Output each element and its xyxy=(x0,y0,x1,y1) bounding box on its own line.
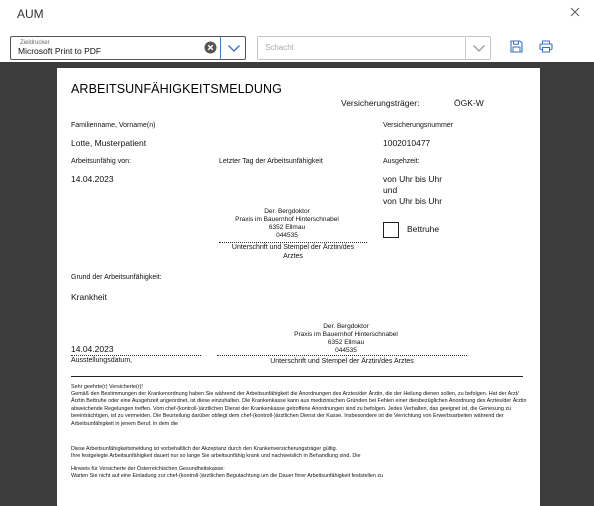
signature-caption-2: Unterschrift und Stempel der Ärztin/des … xyxy=(270,358,414,365)
outing-time-row-2: von Uhr bis Uhr xyxy=(383,196,443,206)
info-paragraph-3-line-2: Warten Sie nicht auf eine Einladung zur … xyxy=(71,473,384,479)
save-icon[interactable] xyxy=(508,38,524,54)
name-label: Familienname, Vorname(n) xyxy=(71,122,156,129)
stamp-line: Praxis im Bauernhof Hinterschnabel xyxy=(235,216,339,223)
issue-date-value: 14.04.2023 xyxy=(71,344,114,354)
doctor-stamp-2: Der. Bergdoktor Praxis im Bauernhof Hint… xyxy=(271,323,421,355)
unfit-from-label: Arbeitsunfähig von: xyxy=(71,158,131,165)
signature-caption-line: Arztes xyxy=(283,253,303,260)
stamp-line: Praxis im Bauernhof Hinterschnabel xyxy=(294,331,398,338)
close-icon[interactable] xyxy=(568,5,582,19)
insurance-number-value: 1002010477 xyxy=(383,138,431,148)
unfit-from-value: 14.04.2023 xyxy=(71,174,114,184)
outing-time-and: und xyxy=(383,185,398,195)
name-value: Lotte, Musterpatient xyxy=(71,138,147,148)
bedrest-label: Bettruhe xyxy=(407,224,440,234)
stamp-line: Der. Bergdoktor xyxy=(264,208,310,215)
tray-select[interactable]: Schacht xyxy=(257,36,491,60)
info-paragraph-2-line-2: Ihre festgelegte Arbeitsunfähigkeit daue… xyxy=(71,453,361,459)
stamp-line: 6352 Ellmau xyxy=(327,339,365,346)
tray-select-placeholder: Schacht xyxy=(265,43,294,52)
issue-date-line xyxy=(71,355,201,356)
outing-time-label: Ausgehzeit: xyxy=(383,158,420,165)
chevron-down-icon xyxy=(472,44,485,52)
printer-icon[interactable] xyxy=(538,38,554,54)
outing-time-row-1: von Uhr bis Uhr xyxy=(383,174,443,184)
stamp-line: Der. Bergdoktor xyxy=(323,323,369,330)
section-divider xyxy=(71,376,523,377)
print-preview-area[interactable]: ARBEITSUNFÄHIGKEITSMELDUNG Versicherungs… xyxy=(0,62,594,506)
printer-select-value: Microsoft Print to PDF xyxy=(18,46,102,56)
insurer-label: Versicherungsträger: xyxy=(341,98,420,108)
clear-icon[interactable] xyxy=(204,41,217,54)
print-toolbar: Zieldrucker Microsoft Print to PDF Schac… xyxy=(0,28,594,62)
tray-dropdown-button[interactable] xyxy=(465,36,491,60)
printer-select[interactable]: Zieldrucker Microsoft Print to PDF xyxy=(10,36,246,60)
chevron-down-icon xyxy=(227,44,240,52)
doctor-stamp-1: Der. Bergdoktor Praxis im Bauernhof Hint… xyxy=(219,208,355,240)
aum-dialog: AUM Zieldrucker Microsoft Print to PDF S… xyxy=(0,0,594,506)
signature-caption-line: Unterschrift und Stempel der Ärztin/des xyxy=(231,244,355,251)
stamp-line: 044535 xyxy=(276,232,298,239)
info-paragraph-1: Gemäß den Bestimmungen der Krankenordnun… xyxy=(71,391,527,427)
stamp-line: 044535 xyxy=(335,347,357,354)
last-day-label: Letzter Tag der Arbeitsunfähigkeit xyxy=(219,158,323,165)
document-title: ARBEITSUNFÄHIGKEITSMELDUNG xyxy=(71,82,282,96)
insurer-value: ÖGK-W xyxy=(454,98,484,108)
signature-line-2 xyxy=(217,355,467,356)
reason-label: Grund der Arbeitsunfähigkeit: xyxy=(71,274,162,281)
insurance-number-label: Versicherungsnummer xyxy=(383,122,454,129)
bedrest-checkbox xyxy=(383,222,399,238)
issue-date-label: Ausstellungsdatum, xyxy=(71,357,133,364)
document-page: ARBEITSUNFÄHIGKEITSMELDUNG Versicherungs… xyxy=(57,68,540,506)
stamp-line: 6352 Ellmau xyxy=(268,224,306,231)
reason-value: Krankheit xyxy=(71,292,107,302)
title-bar: AUM xyxy=(0,0,594,28)
window-title: AUM xyxy=(17,7,44,21)
signature-caption-1: Unterschrift und Stempel der Ärztin/des … xyxy=(219,243,367,261)
printer-dropdown-button[interactable] xyxy=(220,36,246,60)
